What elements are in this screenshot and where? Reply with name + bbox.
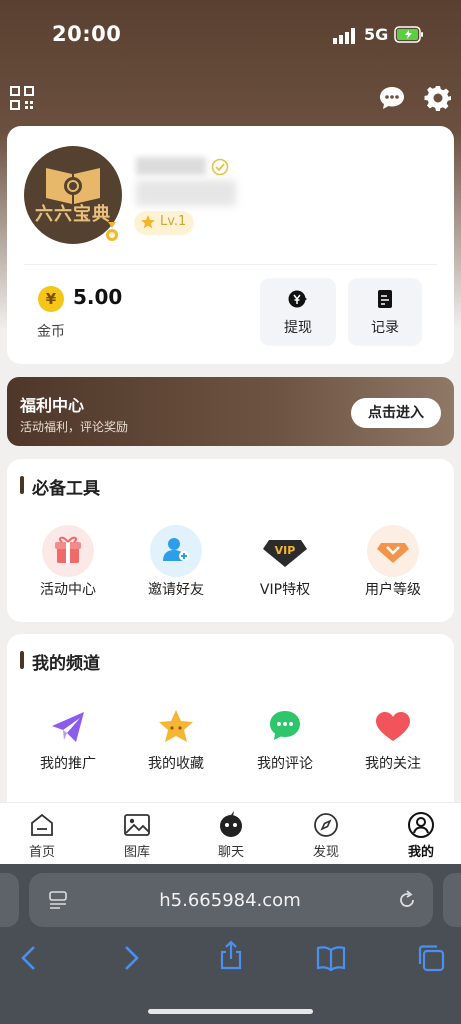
next-tab-preview[interactable] xyxy=(443,873,461,927)
withdraw-label: 提现 xyxy=(284,320,312,336)
coin-label: 金币 xyxy=(37,324,65,340)
previous-tab-preview[interactable] xyxy=(0,873,19,927)
signal-icon xyxy=(333,28,355,44)
back-icon[interactable] xyxy=(14,943,44,973)
channel-item-label: 我的关注 xyxy=(365,756,421,772)
tool-item-label: VIP特权 xyxy=(259,582,311,598)
tab-home[interactable]: 首页 xyxy=(12,809,72,863)
gift-icon xyxy=(42,525,94,577)
tool-item-label: 活动中心 xyxy=(40,582,96,598)
channel-item-label: 我的推广 xyxy=(40,756,96,772)
tools-title: 必备工具 xyxy=(32,479,100,499)
paper-plane-icon xyxy=(42,702,94,754)
tool-item-vip[interactable]: VIP VIP特权 xyxy=(235,525,335,600)
home-indicator xyxy=(148,1009,313,1014)
coin-icon: ¥ xyxy=(38,286,64,312)
welfare-subtitle: 活动福利，评论奖励 xyxy=(20,420,129,434)
channels-title-bar xyxy=(20,651,24,669)
tab-gallery[interactable]: 图库 xyxy=(107,809,167,863)
tool-item-activity[interactable]: 活动中心 xyxy=(18,525,118,600)
welfare-title: 福利中心 xyxy=(20,396,85,415)
qr-scan-icon[interactable] xyxy=(10,86,34,110)
coin-balance: 5.00 xyxy=(73,285,123,309)
url-text: h5.665984.com xyxy=(159,890,301,911)
bookmarks-icon[interactable] xyxy=(316,943,346,973)
yen-arrow-icon xyxy=(288,290,307,308)
comment-icon xyxy=(259,702,311,754)
forward-icon[interactable] xyxy=(116,943,146,973)
records-label: 记录 xyxy=(371,320,399,336)
channels-title: 我的频道 xyxy=(32,654,100,674)
share-icon[interactable] xyxy=(216,940,246,970)
records-button[interactable]: 记录 xyxy=(348,278,422,346)
vip-diamond-icon: VIP xyxy=(259,525,311,577)
tab-label: 我的 xyxy=(407,845,434,860)
user-id-redacted xyxy=(136,180,236,206)
channel-item-label: 我的收藏 xyxy=(148,756,204,772)
username-redacted xyxy=(136,157,206,175)
home-icon xyxy=(31,813,53,836)
channel-item-favorites[interactable]: 我的收藏 xyxy=(126,702,226,777)
network-type: 5G xyxy=(364,25,389,44)
level-diamond-icon xyxy=(367,525,419,577)
tab-discover[interactable]: 发现 xyxy=(296,809,356,863)
user-icon xyxy=(408,812,434,838)
chat-bubble-icon xyxy=(220,811,242,837)
status-bar: 20:00 5G xyxy=(0,0,461,70)
tab-label: 发现 xyxy=(312,845,339,860)
settings-gear-icon[interactable] xyxy=(424,84,452,112)
welfare-enter-button[interactable]: 点击进入 xyxy=(351,398,441,428)
tool-item-invite[interactable]: 邀请好友 xyxy=(126,525,226,600)
battery-icon xyxy=(394,26,423,43)
profile-divider xyxy=(24,264,437,265)
tab-label: 首页 xyxy=(28,845,55,860)
tabs-icon[interactable] xyxy=(416,943,446,973)
heart-icon xyxy=(367,702,419,754)
record-document-icon xyxy=(378,290,392,308)
verified-check-icon xyxy=(211,158,229,176)
reload-icon[interactable] xyxy=(396,889,418,911)
compass-icon xyxy=(314,813,338,837)
tool-item-level[interactable]: 用户等级 xyxy=(343,525,443,600)
invite-user-icon xyxy=(150,525,202,577)
channel-item-following[interactable]: 我的关注 xyxy=(343,702,443,777)
bottom-tab-bar: 首页 图库 聊天 发现 我的 xyxy=(0,802,461,865)
message-icon[interactable] xyxy=(378,84,406,112)
tool-item-label: 邀请好友 xyxy=(148,582,204,598)
tab-label: 图库 xyxy=(123,845,150,860)
tool-item-label: 用户等级 xyxy=(365,582,421,598)
tab-chat[interactable]: 聊天 xyxy=(201,809,261,863)
channel-item-promotion[interactable]: 我的推广 xyxy=(18,702,118,777)
channel-item-label: 我的评论 xyxy=(257,756,313,772)
tools-title-bar xyxy=(20,476,24,494)
status-time: 20:00 xyxy=(52,22,122,46)
tab-mine[interactable]: 我的 xyxy=(391,809,451,863)
star-icon xyxy=(150,702,202,754)
medal-icon xyxy=(106,222,118,241)
channel-item-comments[interactable]: 我的评论 xyxy=(235,702,335,777)
tab-label: 聊天 xyxy=(217,845,244,860)
level-star-icon xyxy=(141,215,155,229)
withdraw-button[interactable]: 提现 xyxy=(260,278,336,346)
page-settings-icon[interactable] xyxy=(47,889,69,911)
level-text: Lv.1 xyxy=(160,214,187,229)
svg-text:VIP: VIP xyxy=(275,544,296,557)
gallery-icon xyxy=(124,814,150,836)
